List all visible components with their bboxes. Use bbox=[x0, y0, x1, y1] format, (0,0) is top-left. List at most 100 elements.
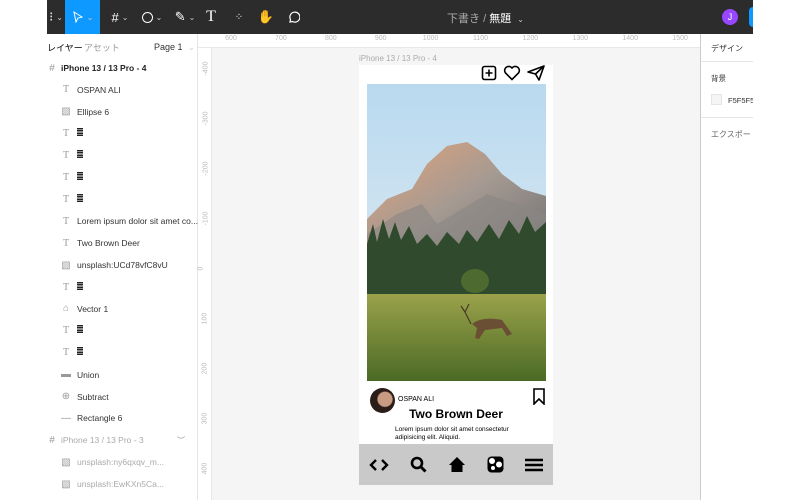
layer-item[interactable]: — Rectangle 6 bbox=[47, 407, 197, 429]
union-layer-icon: ▬ bbox=[61, 369, 71, 381]
tab-assets[interactable]: アセット bbox=[84, 41, 120, 54]
layer-item[interactable]: ▧ unsplash:UCd78vfC8vU bbox=[47, 254, 197, 276]
resources-button[interactable]: ⁘ bbox=[230, 0, 248, 34]
main-menu-button[interactable]: ⁝ ⌄ bbox=[47, 0, 65, 34]
layer-label: iPhone 13 / 13 Pro - 4 bbox=[61, 63, 147, 73]
heart-icon[interactable] bbox=[503, 65, 521, 81]
image-layer-icon: ▧ bbox=[61, 259, 71, 271]
layer-item[interactable]: T bbox=[47, 167, 197, 189]
home-icon[interactable] bbox=[448, 456, 466, 473]
move-tool-button[interactable]: ⌄ bbox=[65, 0, 100, 34]
comment-tool-button[interactable] bbox=[284, 0, 302, 34]
text-layer-icon: T bbox=[62, 215, 70, 227]
comment-icon bbox=[288, 11, 300, 23]
text-layer-icon: T bbox=[62, 237, 70, 249]
layer-label: Two Brown Deer bbox=[77, 238, 140, 249]
layer-item[interactable]: ▬ Union bbox=[47, 364, 197, 386]
frame-tool-button[interactable]: # ⌄ bbox=[105, 0, 135, 34]
layer-item[interactable]: ▧ Ellipse 6 bbox=[47, 101, 197, 123]
layer-item[interactable]: T bbox=[47, 276, 197, 298]
iphone-frame[interactable]: OSPAN ALI Two Brown Deer Lorem ipsum dol… bbox=[359, 65, 553, 485]
ellipse-icon bbox=[141, 11, 153, 23]
layer-item[interactable]: T bbox=[47, 145, 197, 167]
ruler-tick-label: 300 bbox=[201, 412, 209, 425]
page-selector[interactable]: Page 1 ⌄ bbox=[154, 42, 195, 52]
text-layer-icon: T bbox=[62, 325, 70, 337]
page-name: Page 1 bbox=[154, 42, 183, 52]
layer-label: unsplash:ny6qxqv_m... bbox=[77, 457, 164, 468]
text-layer-icon: T bbox=[62, 128, 70, 140]
vertical-ruler: -400 -300 -200 -100 0 100 200 300 400 bbox=[197, 48, 212, 500]
tab-layers[interactable]: レイヤー bbox=[47, 41, 83, 54]
layer-label: Lorem ipsum dolor sit amet co... bbox=[77, 216, 198, 227]
deer-photo bbox=[367, 84, 546, 381]
layer-item[interactable]: T Two Brown Deer bbox=[47, 232, 197, 254]
ruler-tick-label: 200 bbox=[201, 362, 209, 375]
text-layer-icon: T bbox=[62, 172, 70, 183]
menu-icon[interactable] bbox=[524, 458, 543, 472]
layer-label: Subtract bbox=[77, 391, 109, 402]
bookmark-icon[interactable] bbox=[533, 388, 545, 405]
horizontal-ruler: 600 700 800 900 1000 1100 1200 1300 1400 1500 bbox=[198, 34, 700, 48]
layer-label: Ellipse 6 bbox=[77, 106, 110, 117]
hash-icon: # bbox=[111, 9, 119, 25]
ruler-tick-label: 1000 bbox=[422, 35, 439, 42]
post-title: Two Brown Deer bbox=[409, 407, 503, 421]
ruler-tick-label: 1100 bbox=[472, 35, 489, 42]
send-icon[interactable] bbox=[527, 65, 545, 81]
layer-item[interactable]: T OSPAN ALI bbox=[47, 79, 197, 101]
layer-item[interactable]: ▧ unsplash:ny6qxqv_m... bbox=[47, 451, 197, 473]
layer-item[interactable]: ⊕ Subtract bbox=[47, 386, 197, 408]
layer-item[interactable]: ▧ unsplash:EwKXn5Ca... bbox=[47, 473, 197, 495]
layer-item[interactable]: T bbox=[47, 188, 197, 210]
frame-label[interactable]: iPhone 13 / 13 Pro - 4 bbox=[359, 54, 437, 63]
tab-design[interactable]: デザイン bbox=[711, 43, 743, 54]
chevron-down-icon[interactable]: ⌄ bbox=[517, 15, 524, 24]
share-button[interactable] bbox=[749, 7, 753, 27]
layer-item[interactable]: T bbox=[47, 342, 197, 364]
ruler-tick-label: 700 bbox=[275, 35, 287, 42]
ruler-tick-label: -100 bbox=[202, 211, 210, 226]
add-post-icon[interactable] bbox=[481, 65, 497, 81]
layer-label: unsplash:EwKXn5Ca... bbox=[77, 479, 164, 490]
ruler-tick-label: 900 bbox=[374, 35, 387, 42]
layer-item[interactable]: ⌂ Vector 1 bbox=[47, 298, 197, 320]
pen-tool-button[interactable]: ✎ ⌄ bbox=[170, 0, 200, 34]
hand-tool-button[interactable]: ✋ bbox=[257, 0, 275, 34]
ruler-tick-label: 1500 bbox=[672, 35, 688, 42]
apps-icon[interactable] bbox=[487, 456, 504, 473]
layers-panel: レイヤー アセット Page 1 ⌄ # iPhone 13 / 13 Pro -… bbox=[47, 34, 198, 500]
background-swatch[interactable] bbox=[711, 94, 722, 105]
export-label[interactable]: エクスポート bbox=[711, 129, 753, 140]
layer-label: unsplash:UCd78vfC8vU bbox=[77, 260, 168, 271]
file-name[interactable]: 無題 bbox=[489, 13, 511, 25]
hand-icon: ✋ bbox=[257, 9, 275, 24]
layer-item[interactable]: T Lorem ipsum dolor sit amet co... bbox=[47, 210, 198, 232]
layer-item[interactable]: T bbox=[47, 123, 197, 145]
cursor-icon bbox=[72, 11, 83, 23]
layer-item[interactable]: T bbox=[47, 320, 197, 342]
text-tool-button[interactable]: T bbox=[202, 0, 220, 34]
text-placeholder-glyph bbox=[77, 281, 83, 291]
vector-layer-icon: ⌂ bbox=[62, 303, 70, 315]
layer-item[interactable]: # iPhone 13 / 13 Pro - 4 bbox=[47, 57, 197, 79]
code-icon[interactable] bbox=[369, 458, 390, 472]
layer-label: Vector 1 bbox=[77, 303, 109, 314]
layer-label: Union bbox=[77, 369, 100, 380]
layer-label bbox=[77, 193, 83, 205]
background-value[interactable]: F5F5F5 bbox=[728, 96, 753, 105]
username[interactable]: OSPAN ALI bbox=[398, 396, 434, 403]
figma-logo-icon: ⁝ bbox=[49, 9, 54, 24]
collapse-icon[interactable]: ︶ bbox=[177, 435, 185, 446]
search-icon[interactable] bbox=[410, 456, 427, 473]
layer-item[interactable]: # iPhone 13 / 13 Pro - 3 ︶ bbox=[47, 429, 197, 451]
shape-tool-button[interactable]: ⌄ bbox=[137, 0, 167, 34]
layer-label: iPhone 13 / 13 Pro - 3 bbox=[61, 435, 144, 446]
text-icon: T bbox=[206, 8, 216, 25]
ruler-tick-label: 400 bbox=[201, 462, 209, 475]
image-layer-icon: ▧ bbox=[61, 106, 71, 118]
user-avatar[interactable]: J bbox=[722, 9, 738, 25]
text-placeholder-glyph bbox=[77, 172, 83, 181]
ruler-tick-label: 1400 bbox=[622, 35, 638, 42]
breadcrumb-folder[interactable]: 下書き bbox=[447, 13, 480, 25]
